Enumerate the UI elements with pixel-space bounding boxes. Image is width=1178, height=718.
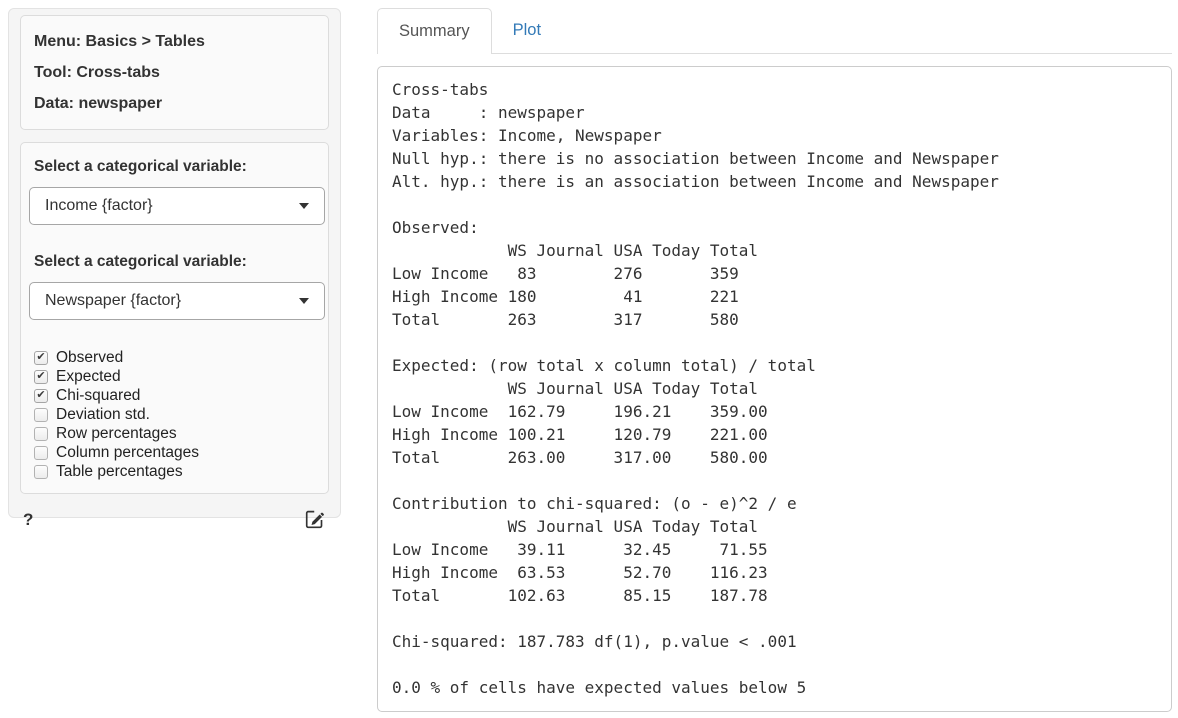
chevron-down-icon [299,203,309,209]
checkbox-label: Row percentages [56,425,177,443]
checkbox-label: Deviation std. [56,406,150,424]
edit-report-icon[interactable] [304,509,325,530]
checkbox-checked-icon[interactable]: ✔ [34,351,48,365]
var1-selected-value: Income {factor} [45,197,153,215]
checkbox-row-table-percentages[interactable]: Table percentages [29,462,320,481]
tab-summary[interactable]: Summary [377,8,492,54]
checkbox-row-column-percentages[interactable]: Column percentages [29,443,320,462]
controls-panel: Select a categorical variable: Income {f… [20,142,329,494]
checkbox-checked-icon[interactable]: ✔ [34,389,48,403]
checkbox-row-chi-squared[interactable]: ✔ Chi-squared [29,386,320,405]
tab-bar: SummaryPlot [377,8,1172,54]
var1-label: Select a categorical variable: [34,157,320,176]
checkbox-unchecked-icon[interactable] [34,408,48,422]
help-button[interactable]: ? [23,510,33,530]
var2-selected-value: Newspaper {factor} [45,292,181,310]
tool-name: Tool: Cross-tabs [34,57,315,88]
var1-select[interactable]: Income {factor} [29,187,325,225]
checkbox-unchecked-icon[interactable] [34,427,48,441]
checkbox-row-expected[interactable]: ✔ Expected [29,367,320,386]
chevron-down-icon [299,298,309,304]
sidebar-footer: ? [14,506,335,530]
sidebar: Menu: Basics > Tables Tool: Cross-tabs D… [8,8,341,518]
checkbox-label: Observed [56,349,123,367]
checkbox-label: Expected [56,368,121,386]
checkbox-label: Column percentages [56,444,199,462]
summary-output-panel: Cross-tabs Data : newspaper Variables: I… [377,66,1172,712]
dataset-name: Data: newspaper [34,88,315,119]
checkbox-row-row-percentages[interactable]: Row percentages [29,424,320,443]
checkbox-label: Table percentages [56,463,183,481]
var2-label: Select a categorical variable: [34,252,320,271]
checkbox-label: Chi-squared [56,387,140,405]
checkbox-row-deviation-std[interactable]: Deviation std. [29,405,320,424]
menu-breadcrumb: Menu: Basics > Tables [34,26,315,57]
output-options-list: ✔ Observed ✔ Expected ✔ Chi-squaredDeviation … [29,348,320,481]
info-panel: Menu: Basics > Tables Tool: Cross-tabs D… [20,15,329,130]
checkbox-row-observed[interactable]: ✔ Observed [29,348,320,367]
tab-plot[interactable]: Plot [492,8,562,53]
checkbox-checked-icon[interactable]: ✔ [34,370,48,384]
checkbox-unchecked-icon[interactable] [34,446,48,460]
summary-output-text: Cross-tabs Data : newspaper Variables: I… [392,78,1157,699]
checkbox-unchecked-icon[interactable] [34,465,48,479]
main-content: SummaryPlot Cross-tabs Data : newspaper … [377,8,1172,712]
var2-select[interactable]: Newspaper {factor} [29,282,325,320]
